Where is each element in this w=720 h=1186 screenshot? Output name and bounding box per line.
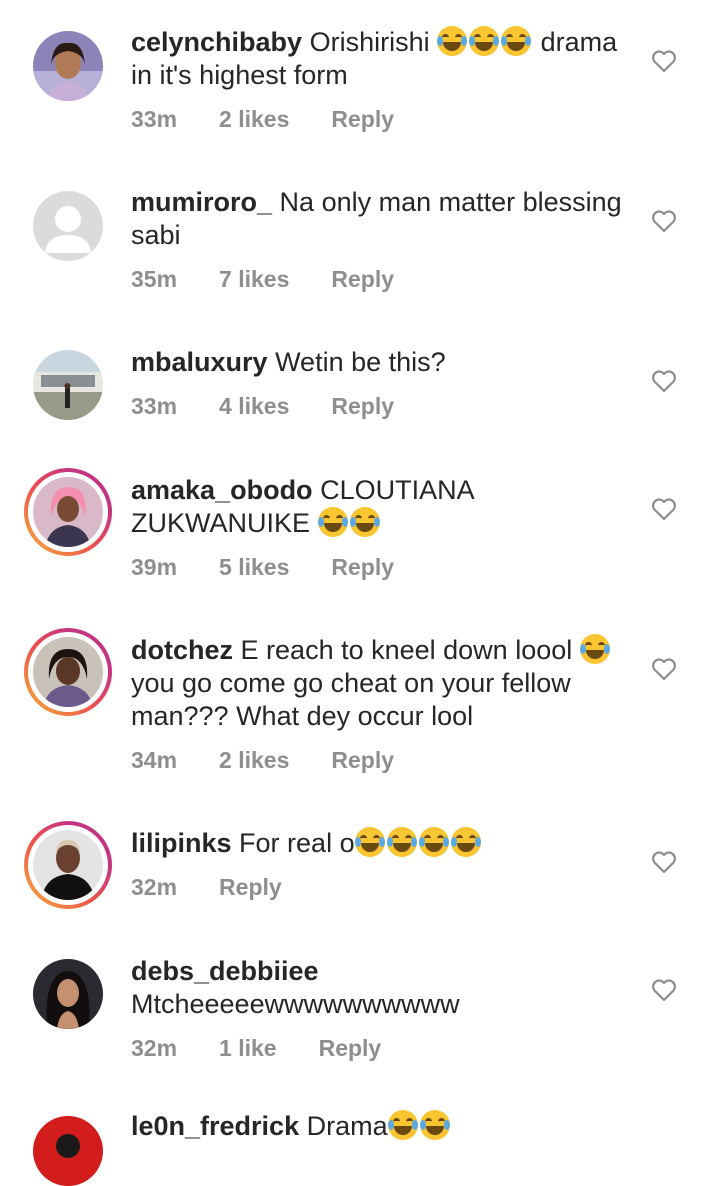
comment-meta: 39m 5 likes Reply <box>131 554 436 581</box>
face-with-tears-of-joy-icon <box>469 26 500 56</box>
comment-username[interactable]: dotchez <box>131 635 233 665</box>
face-with-tears-of-joy-icon <box>450 827 481 857</box>
comment-text: lilipinks For real o <box>131 827 641 860</box>
avatar[interactable] <box>33 959 103 1029</box>
comment-time: 39m <box>131 554 178 580</box>
comment-body: E reach to kneel down loool <box>240 635 573 665</box>
face-with-tears-of-joy-icon <box>418 827 449 857</box>
comment-likes[interactable]: 4 likes <box>219 393 289 420</box>
avatar-photo <box>33 637 103 707</box>
comment-time: 33m <box>131 393 178 419</box>
comment-text: celynchibaby Orishirishi drama in it's h… <box>131 26 641 92</box>
avatar-photo <box>33 31 103 101</box>
reply-button[interactable]: Reply <box>319 1035 382 1062</box>
avatar-photo <box>33 959 103 1029</box>
comment-likes[interactable]: 5 likes <box>219 554 289 581</box>
comment-username[interactable]: debs_debbiiee <box>131 955 641 988</box>
face-with-tears-of-joy-icon <box>354 827 385 857</box>
reply-button[interactable]: Reply <box>219 874 282 901</box>
heart-outline-icon[interactable] <box>651 978 677 1002</box>
comment-likes[interactable]: 2 likes <box>219 106 289 133</box>
avatar[interactable] <box>33 1116 103 1186</box>
comment-body: Wetin be this? <box>275 347 446 377</box>
avatar-with-story-ring[interactable] <box>24 821 112 909</box>
comment-meta: 33m 4 likes Reply <box>131 393 436 420</box>
comment-likes[interactable]: 7 likes <box>219 266 289 293</box>
heart-outline-icon[interactable] <box>651 209 677 233</box>
comment-meta: 32m 1 like Reply <box>131 1035 423 1062</box>
avatar-photo <box>33 1116 103 1186</box>
avatar-photo <box>33 477 103 547</box>
comment-body: Drama <box>306 1111 388 1141</box>
comment-time: 33m <box>131 106 178 132</box>
avatar[interactable] <box>33 191 103 261</box>
comment-text: amaka_obodo CLOUTIANA ZUKWANUIKE <box>131 474 641 540</box>
face-with-tears-of-joy-icon <box>317 507 348 537</box>
comment-time: 34m <box>131 747 178 773</box>
face-with-tears-of-joy-icon <box>386 827 417 857</box>
avatar-with-story-ring[interactable] <box>24 628 112 716</box>
reply-button[interactable]: Reply <box>331 106 394 133</box>
comment-meta: 32m Reply <box>131 874 324 901</box>
reply-button[interactable]: Reply <box>331 266 394 293</box>
comment-text: debs_debbiiee Mtcheeeeewwwwwwwwww <box>131 955 641 1021</box>
comment-meta: 34m 2 likes Reply <box>131 747 436 774</box>
heart-outline-icon[interactable] <box>651 497 677 521</box>
comment-body: Mtcheeeeewwwwwwwwww <box>131 989 460 1019</box>
heart-outline-icon[interactable] <box>651 657 677 681</box>
comment-username[interactable]: le0n_fredrick <box>131 1111 299 1141</box>
comment-username[interactable]: celynchibaby <box>131 27 302 57</box>
face-with-tears-of-joy-icon <box>579 634 610 664</box>
comment-time: 35m <box>131 266 178 292</box>
comment-username[interactable]: mumiroro_ <box>131 187 272 217</box>
comment-time: 32m <box>131 1035 178 1061</box>
face-with-tears-of-joy-icon <box>501 26 532 56</box>
face-with-tears-of-joy-icon <box>349 507 380 537</box>
comment-likes[interactable]: 2 likes <box>219 747 289 774</box>
face-with-tears-of-joy-icon <box>419 1110 450 1140</box>
face-with-tears-of-joy-icon <box>437 26 468 56</box>
comment-likes[interactable]: 1 like <box>219 1035 277 1062</box>
comment-username[interactable]: lilipinks <box>131 828 232 858</box>
comment-username[interactable]: mbaluxury <box>131 347 268 377</box>
default-avatar-icon <box>33 191 103 261</box>
avatar[interactable] <box>33 31 103 101</box>
face-with-tears-of-joy-icon <box>387 1110 418 1140</box>
reply-button[interactable]: Reply <box>331 747 394 774</box>
comment-body-continued: you go come go cheat on your fellow man?… <box>131 668 571 731</box>
reply-button[interactable]: Reply <box>331 554 394 581</box>
comment-text: dotchez E reach to kneel down loool you … <box>131 634 641 733</box>
avatar[interactable] <box>33 350 103 420</box>
comment-body: For real o <box>239 828 355 858</box>
heart-outline-icon[interactable] <box>651 850 677 874</box>
reply-button[interactable]: Reply <box>331 393 394 420</box>
comment-meta: 33m 2 likes Reply <box>131 106 436 133</box>
comment-body: Orishirishi <box>309 27 430 57</box>
comment-text: mbaluxury Wetin be this? <box>131 346 641 379</box>
avatar-photo <box>33 830 103 900</box>
comment-username[interactable]: amaka_obodo <box>131 475 313 505</box>
comment-text: mumiroro_ Na only man matter blessing sa… <box>131 186 641 252</box>
heart-outline-icon[interactable] <box>651 369 677 393</box>
heart-outline-icon[interactable] <box>651 49 677 73</box>
avatar-with-story-ring[interactable] <box>24 468 112 556</box>
comment-time: 32m <box>131 874 178 900</box>
comment-text: le0n_fredrick Drama <box>131 1110 641 1143</box>
avatar-photo <box>33 350 103 420</box>
comment-meta: 35m 7 likes Reply <box>131 266 436 293</box>
